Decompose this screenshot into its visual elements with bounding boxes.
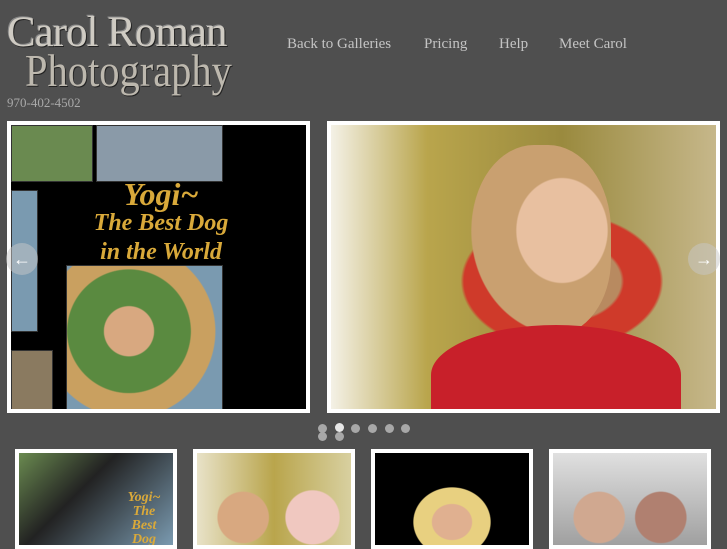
phone-number: 970-402-4502 — [7, 95, 81, 110]
thumbnail-caption: Yogi~ The Best Dog — [127, 490, 161, 547]
slide-portrait[interactable] — [327, 121, 720, 413]
slide-yogi[interactable]: Yogi~ The Best Dog in the World — [7, 121, 310, 413]
thumbnail-2[interactable] — [193, 449, 355, 549]
slider-dot-5[interactable] — [385, 424, 394, 433]
slide-caption: Yogi~ The Best Dog in the World — [51, 176, 271, 267]
thumbnail-3[interactable] — [371, 449, 533, 549]
arrow-right-icon[interactable]: → — [688, 243, 720, 275]
arrow-left-icon[interactable]: ← — [6, 243, 38, 275]
portrait-face — [471, 145, 611, 335]
slider-dot-2[interactable] — [335, 423, 344, 432]
slider-dot-7[interactable] — [318, 432, 327, 441]
nav-help[interactable]: Help — [499, 36, 528, 53]
collage-photo-woman-dog — [66, 265, 223, 409]
thumbnail-1[interactable]: Yogi~ The Best Dog — [15, 449, 177, 549]
slider-dot-6[interactable] — [401, 424, 410, 433]
slider-dot-4[interactable] — [368, 424, 377, 433]
portrait-sweater — [431, 325, 681, 409]
slider-dot-8[interactable] — [335, 432, 344, 441]
slider-dot-3[interactable] — [351, 424, 360, 433]
collage-photo — [96, 125, 223, 182]
caption-line: The Best Dog — [93, 210, 229, 236]
collage-photo — [11, 125, 93, 182]
nav-pricing[interactable]: Pricing — [424, 36, 467, 53]
nav-back-to-galleries[interactable]: Back to Galleries — [287, 36, 391, 53]
collage-photo — [11, 350, 53, 409]
logo-subtitle[interactable]: Photography — [25, 44, 232, 97]
nav-meet-carol[interactable]: Meet Carol — [559, 36, 627, 53]
caption-line: Yogi~ — [123, 176, 199, 212]
caption-line: in the World — [100, 239, 222, 265]
thumbnail-4[interactable] — [549, 449, 711, 549]
